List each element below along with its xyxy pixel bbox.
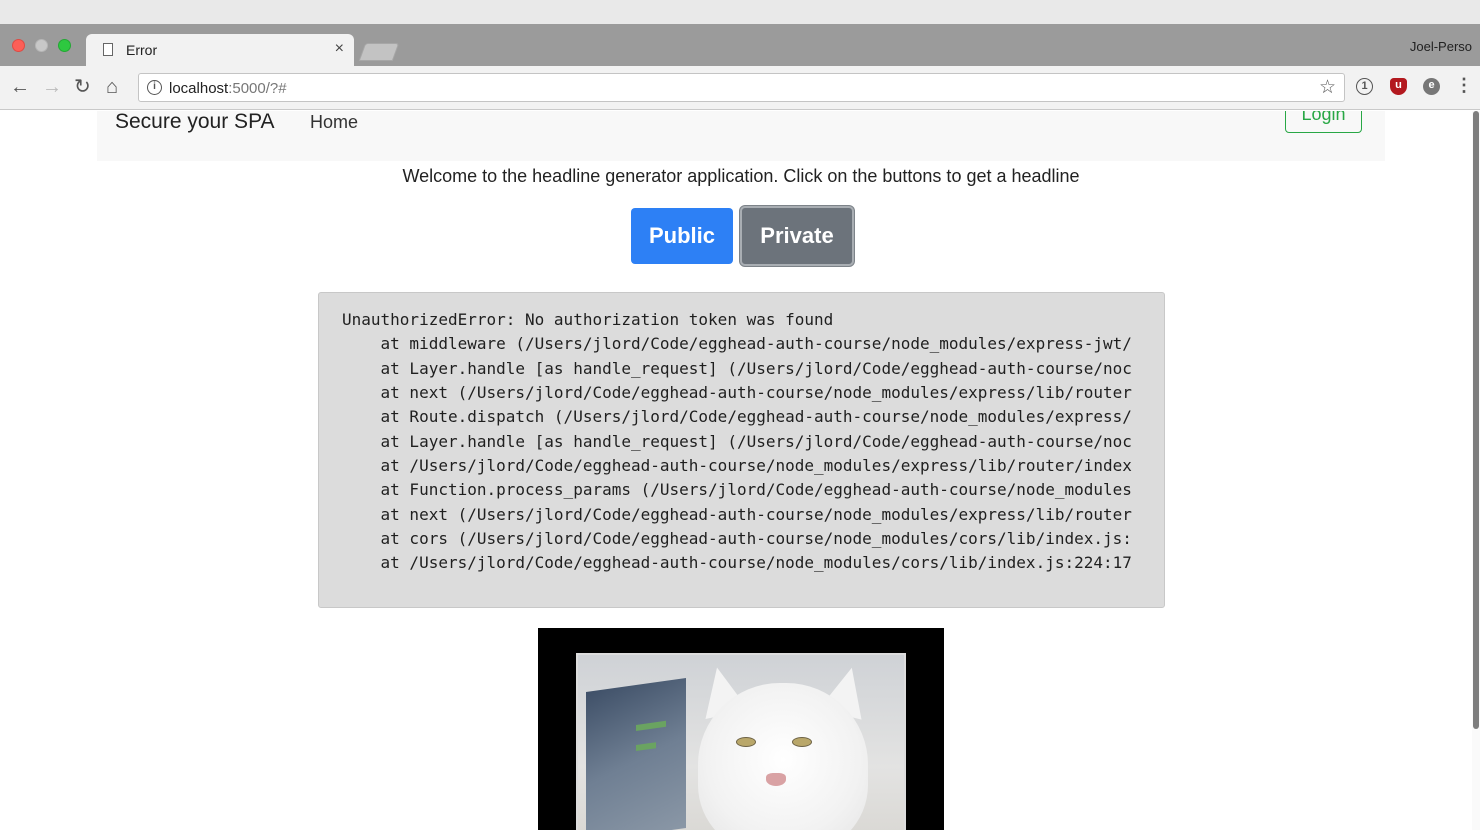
window-titlebar (0, 0, 1480, 24)
brand-title[interactable]: Secure your SPA (115, 111, 275, 134)
laptop-background (586, 677, 686, 830)
error-line: at next (/Users/jlord/Code/egghead-auth-… (342, 505, 1132, 524)
error-output: UnauthorizedError: No authorization toke… (318, 292, 1165, 608)
error-line: at Layer.handle [as handle_request] (/Us… (342, 359, 1132, 378)
kebab-menu-icon[interactable]: ⋮ (1455, 76, 1473, 95)
reload-icon[interactable]: ↻ (74, 76, 91, 98)
evernote-icon[interactable]: e (1423, 78, 1440, 95)
bookmark-star-icon[interactable]: ☆ (1319, 76, 1336, 99)
error-line: at /Users/jlord/Code/egghead-auth-course… (342, 456, 1132, 475)
close-tab-icon[interactable]: × (335, 40, 344, 58)
address-bar[interactable]: i localhost:5000/?# ☆ (138, 73, 1345, 102)
error-line: at middleware (/Users/jlord/Code/egghead… (342, 334, 1132, 353)
page-scrollbar[interactable] (1472, 111, 1480, 830)
error-line: at /Users/jlord/Code/egghead-auth-course… (342, 553, 1132, 572)
new-tab-button[interactable] (358, 43, 400, 61)
url-path: :5000/?# (228, 80, 287, 97)
nav-link-home[interactable]: Home (310, 112, 358, 133)
browser-toolbar: ← → ↻ ⌂ i localhost:5000/?# ☆ 1 u e ⋮ (0, 66, 1480, 110)
login-button[interactable]: Login (1285, 111, 1362, 133)
home-icon[interactable]: ⌂ (106, 76, 118, 98)
headline-image (538, 628, 944, 830)
tab-error[interactable]: Error × (86, 34, 354, 66)
forward-arrow-icon[interactable]: → (42, 76, 62, 98)
scrollbar-thumb[interactable] (1473, 111, 1479, 729)
maximize-window-button[interactable] (58, 39, 71, 52)
ublock-icon[interactable]: u (1390, 78, 1407, 95)
error-line: at Route.dispatch (/Users/jlord/Code/egg… (342, 407, 1132, 426)
error-line: at Function.process_params (/Users/jlord… (342, 480, 1132, 499)
error-line: at Layer.handle [as handle_request] (/Us… (342, 432, 1132, 451)
error-line: at next (/Users/jlord/Code/egghead-auth-… (342, 383, 1132, 402)
back-arrow-icon[interactable]: ← (10, 76, 30, 98)
error-line: at cors (/Users/jlord/Code/egghead-auth-… (342, 529, 1132, 548)
error-line: UnauthorizedError: No authorization toke… (342, 310, 834, 329)
document-icon (103, 43, 113, 56)
password-manager-icon[interactable]: 1 (1356, 78, 1373, 95)
info-icon[interactable]: i (147, 80, 162, 95)
profile-name[interactable]: Joel-Perso (1410, 39, 1472, 54)
cat-face (698, 683, 868, 830)
tab-strip: Error × Joel-Perso (0, 24, 1480, 66)
tab-title: Error (126, 42, 158, 58)
cat-photo (576, 653, 906, 830)
private-button[interactable]: Private (740, 206, 854, 266)
minimize-window-button[interactable] (35, 39, 48, 52)
url-text[interactable]: localhost:5000/?# (169, 80, 287, 97)
welcome-text: Welcome to the headline generator applic… (402, 166, 1080, 186)
app-navbar: Secure your SPA Home Login (97, 111, 1385, 161)
url-host: localhost (169, 80, 229, 97)
page-content: Secure your SPA Home Login Welcome to th… (0, 111, 1480, 830)
close-window-button[interactable] (12, 39, 25, 52)
public-button[interactable]: Public (631, 208, 733, 264)
